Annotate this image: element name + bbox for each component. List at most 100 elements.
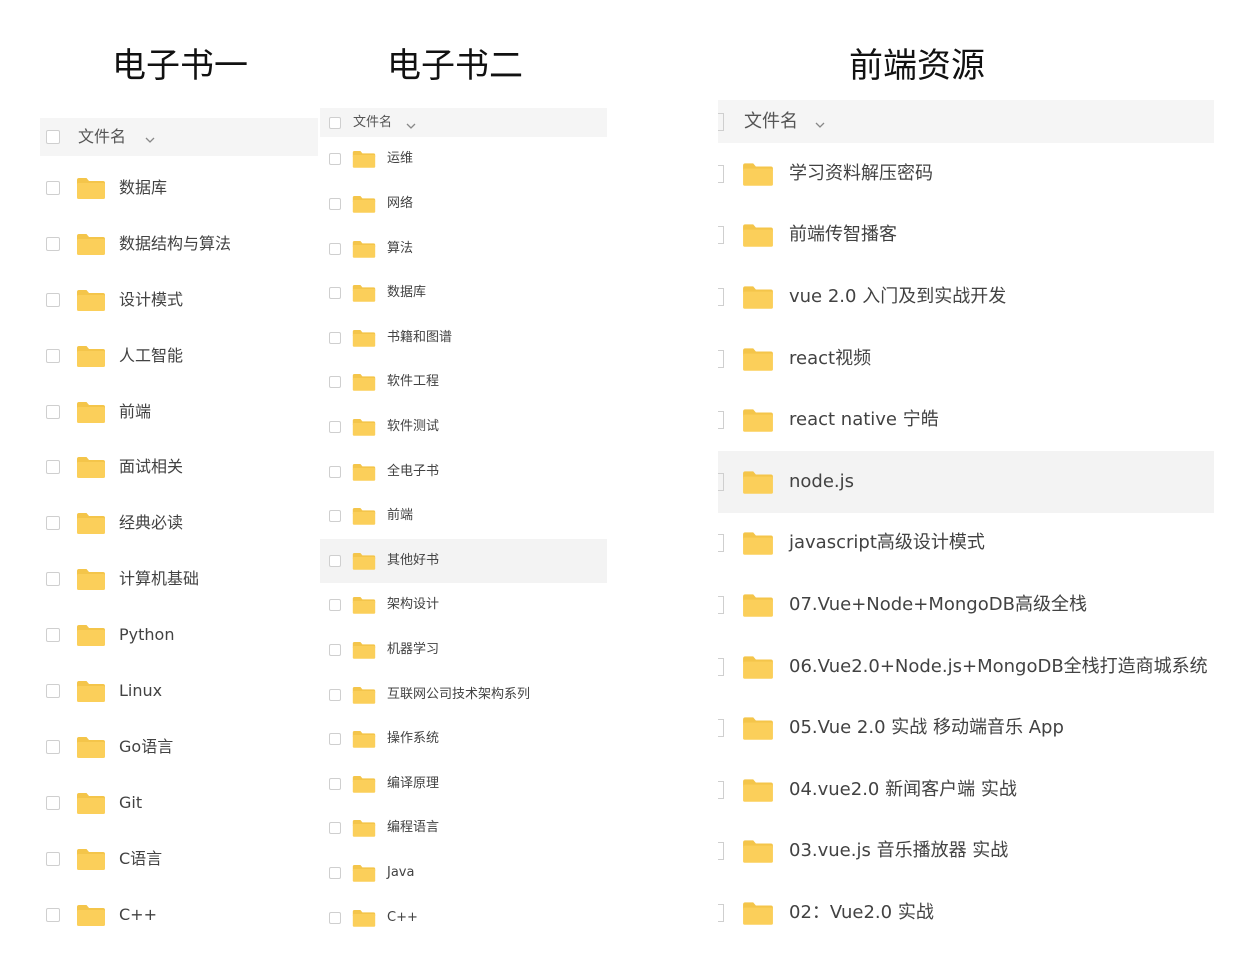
checkbox[interactable]: [718, 596, 724, 614]
chevron-down-icon[interactable]: [814, 116, 826, 128]
folder-name[interactable]: 软件工程: [387, 360, 439, 404]
folder-name[interactable]: 全电子书: [387, 450, 439, 494]
folder-name[interactable]: 编译原理: [387, 762, 439, 806]
folder-name[interactable]: vue 2.0 入门及到实战开发: [789, 266, 1006, 328]
folder-row[interactable]: 计算机基础: [40, 554, 318, 604]
checkbox[interactable]: [46, 348, 60, 363]
checkbox[interactable]: [718, 226, 724, 245]
folder-name[interactable]: Linux: [119, 666, 162, 716]
folder-row[interactable]: 前端: [320, 494, 607, 538]
checkbox[interactable]: [46, 516, 60, 531]
folder-row[interactable]: vue 2.0 入门及到实战开发: [718, 266, 1214, 328]
folder-row[interactable]: Git: [40, 778, 318, 828]
checkbox[interactable]: [329, 599, 341, 612]
folder-row[interactable]: 架构设计: [320, 583, 607, 627]
folder-name[interactable]: 人工智能: [119, 331, 183, 381]
folder-name[interactable]: 数据库: [119, 163, 167, 213]
folder-row[interactable]: 06.Vue2.0+Node.js+MongoDB全栈打造商城系统: [718, 636, 1214, 698]
folder-row[interactable]: 数据结构与算法: [40, 219, 318, 269]
folder-name[interactable]: C++: [387, 896, 418, 940]
checkbox[interactable]: [718, 719, 724, 738]
folder-name[interactable]: 运维: [387, 137, 413, 181]
folder-row[interactable]: javascript高级设计模式: [718, 512, 1214, 574]
folder-row[interactable]: 人工智能: [40, 331, 318, 381]
column-header-filename[interactable]: 文件名: [744, 100, 798, 143]
folder-name[interactable]: 06.Vue2.0+Node.js+MongoDB全栈打造商城系统: [789, 636, 1208, 698]
folder-name[interactable]: 前端传智播客: [789, 204, 897, 266]
checkbox[interactable]: [329, 822, 341, 835]
folder-name[interactable]: react视频: [789, 328, 871, 390]
folder-row[interactable]: 机器学习: [320, 628, 607, 672]
folder-name[interactable]: 02：Vue2.0 实战: [789, 882, 934, 944]
folder-row[interactable]: 软件工程: [320, 360, 607, 404]
folder-name[interactable]: Go语言: [119, 722, 173, 772]
folder-name[interactable]: Git: [119, 778, 142, 828]
folder-row[interactable]: 设计模式: [40, 275, 318, 325]
folder-row[interactable]: 算法: [320, 227, 607, 271]
folder-name[interactable]: 05.Vue 2.0 实战 移动端音乐 App: [789, 697, 1064, 759]
folder-name[interactable]: 数据库: [387, 271, 426, 315]
folder-row[interactable]: react native 宁皓: [718, 389, 1214, 451]
folder-name[interactable]: 其他好书: [387, 539, 439, 583]
checkbox[interactable]: [46, 684, 60, 699]
folder-row[interactable]: 网络: [320, 182, 607, 226]
folder-name[interactable]: 数据结构与算法: [119, 219, 231, 269]
checkbox[interactable]: [718, 411, 724, 430]
folder-name[interactable]: 学习资料解压密码: [789, 143, 933, 205]
checkbox[interactable]: [329, 197, 341, 210]
checkbox[interactable]: [329, 866, 341, 879]
folder-name[interactable]: 04.vue2.0 新闻客户端 实战: [789, 759, 1017, 821]
checkbox[interactable]: [718, 288, 724, 306]
folder-row[interactable]: Go语言: [40, 722, 318, 772]
folder-name[interactable]: 编程语言: [387, 806, 439, 850]
checkbox[interactable]: [329, 420, 341, 433]
checkbox[interactable]: [718, 472, 724, 491]
checkbox[interactable]: [46, 907, 60, 922]
folder-row[interactable]: 编译原理: [320, 762, 607, 806]
checkbox[interactable]: [718, 164, 724, 183]
folder-name[interactable]: 07.Vue+Node+MongoDB高级全栈: [789, 574, 1087, 636]
checkbox[interactable]: [329, 465, 341, 478]
folder-name[interactable]: 操作系统: [387, 717, 439, 761]
folder-row[interactable]: 03.vue.js 音乐播放器 实战: [718, 820, 1214, 882]
checkbox[interactable]: [329, 911, 341, 924]
folder-name[interactable]: 书籍和图谱: [387, 316, 452, 360]
folder-row[interactable]: 数据库: [320, 271, 607, 315]
folder-name[interactable]: 计算机基础: [119, 554, 199, 604]
checkbox[interactable]: [718, 349, 724, 368]
checkbox[interactable]: [329, 554, 341, 567]
checkbox[interactable]: [46, 404, 60, 419]
checkbox[interactable]: [329, 733, 341, 746]
folder-name[interactable]: C语言: [119, 834, 162, 884]
folder-name[interactable]: 前端: [119, 387, 151, 437]
folder-row[interactable]: 前端: [40, 387, 318, 437]
folder-name[interactable]: javascript高级设计模式: [789, 512, 985, 574]
checkbox[interactable]: [329, 116, 341, 129]
folder-row[interactable]: 学习资料解压密码: [718, 143, 1214, 205]
folder-row[interactable]: Java: [320, 851, 607, 895]
folder-name[interactable]: 机器学习: [387, 628, 439, 672]
folder-name[interactable]: 前端: [387, 494, 413, 538]
folder-name[interactable]: Java: [387, 851, 414, 895]
folder-name[interactable]: 软件测试: [387, 405, 439, 449]
folder-row[interactable]: 前端传智播客: [718, 204, 1214, 266]
checkbox[interactable]: [718, 842, 724, 861]
checkbox[interactable]: [46, 292, 60, 307]
folder-row[interactable]: 数据库: [40, 163, 318, 213]
folder-row[interactable]: 互联网公司技术架构系列: [320, 673, 607, 717]
folder-name[interactable]: 网络: [387, 182, 413, 226]
folder-row[interactable]: 编程语言: [320, 806, 607, 850]
checkbox[interactable]: [718, 112, 724, 131]
folder-row[interactable]: 其他好书: [320, 538, 607, 583]
checkbox[interactable]: [329, 331, 341, 344]
folder-name[interactable]: 03.vue.js 音乐播放器 实战: [789, 820, 1008, 882]
folder-name[interactable]: 经典必读: [119, 498, 183, 548]
folder-name[interactable]: 面试相关: [119, 442, 183, 492]
folder-row[interactable]: 书籍和图谱: [320, 316, 607, 360]
folder-name[interactable]: react native 宁皓: [789, 389, 939, 451]
chevron-down-icon[interactable]: [405, 117, 417, 129]
folder-name[interactable]: node.js: [789, 451, 854, 513]
checkbox[interactable]: [46, 572, 60, 587]
folder-row[interactable]: 02：Vue2.0 实战: [718, 882, 1214, 944]
checkbox[interactable]: [46, 739, 60, 754]
